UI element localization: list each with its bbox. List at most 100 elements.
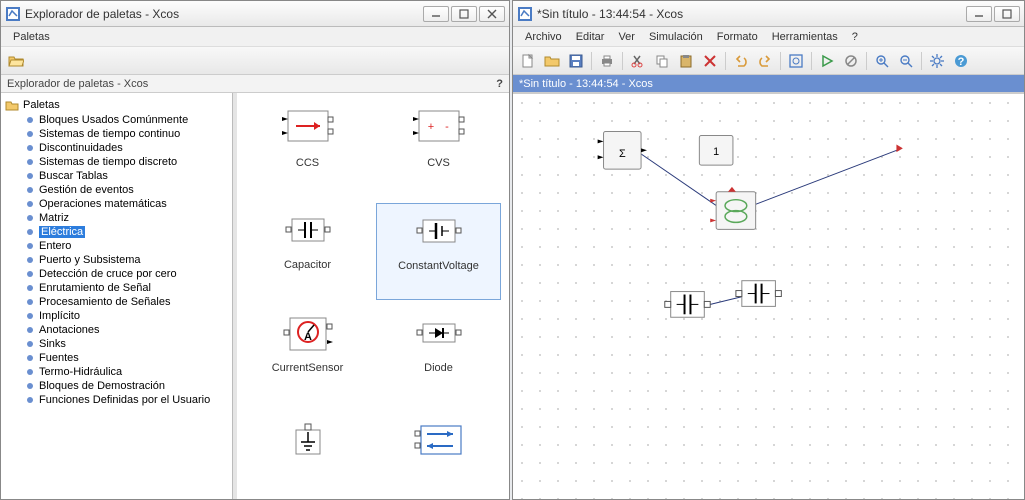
palette-block[interactable]: ACurrentSensor <box>245 306 370 402</box>
toolbar <box>1 47 509 75</box>
bullet-icon <box>27 173 33 179</box>
delete-icon[interactable] <box>699 50 721 72</box>
palette-block-label: CVS <box>427 157 450 169</box>
bullet-icon <box>27 117 33 123</box>
tree-item-label: Bloques Usados Comúnmente <box>39 114 188 126</box>
panel-title: Explorador de paletas - Xcos <box>7 75 148 92</box>
tree-item-label: Termo-Hidráulica <box>39 366 122 378</box>
open-icon[interactable] <box>541 50 563 72</box>
palette-block[interactable]: Capacitor <box>245 203 370 301</box>
tree-item[interactable]: Matriz <box>1 211 232 225</box>
tree-item[interactable]: Bloques Usados Comúnmente <box>1 113 232 127</box>
maximize-button[interactable] <box>451 6 477 22</box>
tree-item-label: Bloques de Demostración <box>39 380 165 392</box>
palette-block[interactable]: CCS <box>245 101 370 197</box>
copy-icon[interactable] <box>651 50 673 72</box>
svg-text:?: ? <box>958 56 965 68</box>
redo-icon[interactable] <box>754 50 776 72</box>
tree-item-label: Procesamiento de Señales <box>39 296 170 308</box>
menu-formato[interactable]: Formato <box>711 29 764 45</box>
palette-block[interactable] <box>245 408 370 492</box>
palette-block[interactable]: Diode <box>376 306 501 402</box>
diagram-window: *Sin título - 13:44:54 - Xcos Archivo Ed… <box>512 0 1025 500</box>
capacitor-block-1[interactable] <box>665 292 710 318</box>
print-icon[interactable] <box>596 50 618 72</box>
settings-icon[interactable] <box>926 50 948 72</box>
menu-paletas[interactable]: Paletas <box>7 29 56 45</box>
tree-item[interactable]: Buscar Tablas <box>1 169 232 183</box>
help-icon[interactable]: ? <box>950 50 972 72</box>
tree-item[interactable]: Sinks <box>1 337 232 351</box>
capacitor-block-2[interactable] <box>736 281 781 307</box>
svg-text:1: 1 <box>713 146 719 158</box>
tree-item[interactable]: Procesamiento de Señales <box>1 295 232 309</box>
palette-gallery[interactable]: CCS+-CVSCapacitorConstantVoltageACurrent… <box>233 93 509 499</box>
open-icon[interactable] <box>5 50 27 72</box>
close-button[interactable] <box>479 6 505 22</box>
bullet-icon <box>27 285 33 291</box>
bullet-icon <box>27 383 33 389</box>
tree-item[interactable]: Discontinuidades <box>1 141 232 155</box>
diagram-tab[interactable]: *Sin título - 13:44:54 - Xcos <box>513 75 1024 93</box>
tree-item[interactable]: Sistemas de tiempo discreto <box>1 155 232 169</box>
palette-block-label: CCS <box>296 157 319 169</box>
bullet-icon <box>27 369 33 375</box>
minimize-button[interactable] <box>423 6 449 22</box>
diagram-svg: Σ 1 <box>513 94 1024 499</box>
minimize-button[interactable] <box>966 6 992 22</box>
tree-item[interactable]: Sistemas de tiempo continuo <box>1 127 232 141</box>
play-icon[interactable] <box>816 50 838 72</box>
sum-block[interactable]: Σ <box>598 132 647 170</box>
stop-icon[interactable] <box>840 50 862 72</box>
palette-block[interactable]: ConstantVoltage <box>376 203 501 301</box>
tree-item[interactable]: Anotaciones <box>1 323 232 337</box>
tree-item-label: Fuentes <box>39 352 79 364</box>
tree-item[interactable]: Funciones Definidas por el Usuario <box>1 393 232 407</box>
tree-item[interactable]: Detección de cruce por cero <box>1 267 232 281</box>
palette-block-label: Capacitor <box>284 259 331 271</box>
cut-icon[interactable] <box>627 50 649 72</box>
menu-ver[interactable]: Ver <box>612 29 641 45</box>
tree-item[interactable]: Bloques de Demostración <box>1 379 232 393</box>
bullet-icon <box>27 341 33 347</box>
tree-item[interactable]: Puerto y Subsistema <box>1 253 232 267</box>
tree-item[interactable]: Termo-Hidráulica <box>1 365 232 379</box>
help-icon[interactable]: ? <box>496 75 503 92</box>
tree-item[interactable]: Eléctrica <box>1 225 232 239</box>
new-icon[interactable] <box>517 50 539 72</box>
tree-item[interactable]: Implícito <box>1 309 232 323</box>
tree-root[interactable]: Paletas <box>1 97 232 113</box>
palette-browser-window: Explorador de paletas - Xcos Paletas Exp… <box>0 0 510 500</box>
palette-tree[interactable]: Paletas Bloques Usados ComúnmenteSistema… <box>1 93 233 499</box>
diagram-canvas[interactable]: Σ 1 <box>513 93 1024 499</box>
tree-item-label: Funciones Definidas por el Usuario <box>39 394 210 406</box>
toolbar: ? <box>513 47 1024 75</box>
palette-block[interactable] <box>376 408 501 492</box>
menu-editar[interactable]: Editar <box>570 29 611 45</box>
const-block[interactable]: 1 <box>699 135 733 165</box>
paste-icon[interactable] <box>675 50 697 72</box>
palette-block[interactable]: +-CVS <box>376 101 501 197</box>
integrator-block[interactable] <box>710 187 755 229</box>
zoom-in-icon[interactable] <box>871 50 893 72</box>
tree-item-label: Buscar Tablas <box>39 170 108 182</box>
tree-item-label: Sinks <box>39 338 66 350</box>
menu-help[interactable]: ? <box>846 29 864 45</box>
tree-item[interactable]: Enrutamiento de Señal <box>1 281 232 295</box>
bullet-icon <box>27 327 33 333</box>
tree-item[interactable]: Entero <box>1 239 232 253</box>
app-icon <box>5 6 21 22</box>
tree-item[interactable]: Gestión de eventos <box>1 183 232 197</box>
menu-herramientas[interactable]: Herramientas <box>766 29 844 45</box>
menu-simulacion[interactable]: Simulación <box>643 29 709 45</box>
undo-icon[interactable] <box>730 50 752 72</box>
fit-icon[interactable] <box>785 50 807 72</box>
save-icon[interactable] <box>565 50 587 72</box>
maximize-button[interactable] <box>994 6 1020 22</box>
svg-text:-: - <box>445 121 449 133</box>
menu-archivo[interactable]: Archivo <box>519 29 568 45</box>
tree-item[interactable]: Fuentes <box>1 351 232 365</box>
zoom-out-icon[interactable] <box>895 50 917 72</box>
bullet-icon <box>27 271 33 277</box>
tree-item[interactable]: Operaciones matemáticas <box>1 197 232 211</box>
